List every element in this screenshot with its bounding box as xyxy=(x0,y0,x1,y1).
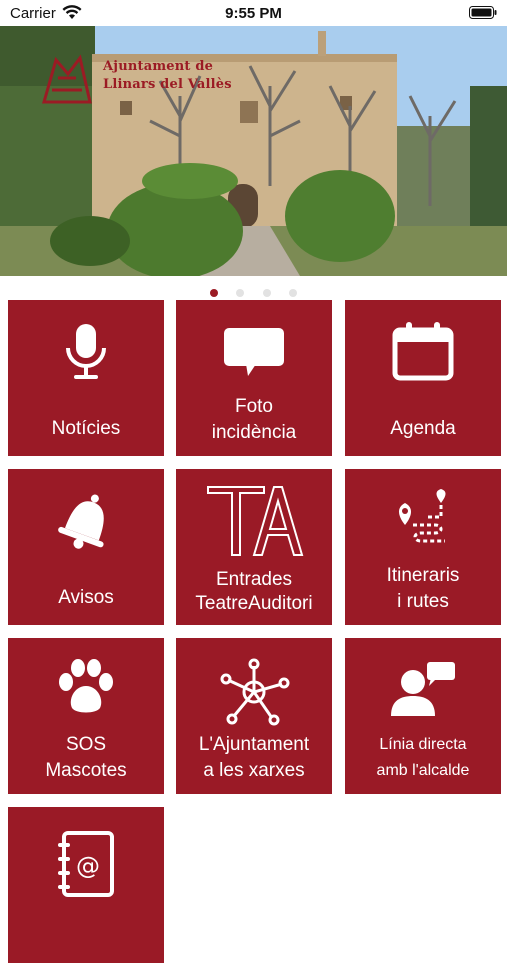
calendar-icon xyxy=(345,320,501,388)
town-logo-text: Ajuntament de Llinars del Vallès xyxy=(103,58,232,94)
tile-label: Avisos xyxy=(58,587,114,608)
tile-directori[interactable]: @ xyxy=(8,807,164,963)
paw-icon xyxy=(8,658,164,726)
tile-label-line2: TeatreAuditori xyxy=(195,593,313,614)
tile-label-line1: Línia directa xyxy=(379,736,467,753)
tile-label-line2: a les xarxes xyxy=(203,760,305,781)
address-book-icon: @ xyxy=(8,829,164,897)
speech-bubble-icon xyxy=(176,320,332,388)
page-dot-3[interactable] xyxy=(262,289,271,297)
tile-foto-incidencia[interactable]: Foto incidència xyxy=(176,300,332,456)
tile-label-line2: incidència xyxy=(211,422,297,443)
tile-itineraris-rutes[interactable]: Itineraris i rutes xyxy=(345,469,501,625)
svg-text:@: @ xyxy=(76,852,100,880)
tile-noticies[interactable]: Notícies xyxy=(8,300,164,456)
tile-label-line2: Mascotes xyxy=(45,760,127,781)
microphone-icon xyxy=(8,320,164,388)
tile-sos-mascotes[interactable]: SOS Mascotes xyxy=(8,638,164,794)
tile-label-line2: i rutes xyxy=(397,591,449,612)
tile-label-line2: amb l'alcalde xyxy=(376,762,470,779)
route-map-icon xyxy=(345,489,501,557)
tile-label: Agenda xyxy=(390,418,456,439)
chat-person-icon xyxy=(345,658,501,726)
tile-avisos[interactable]: Avisos xyxy=(8,469,164,625)
tile-agenda[interactable]: Agenda xyxy=(345,300,501,456)
tile-label-line1: Entrades xyxy=(215,569,293,590)
bell-icon xyxy=(8,489,164,557)
tile-label-line1: Foto xyxy=(234,396,274,417)
tile-label-line1: Itineraris xyxy=(386,565,460,586)
ta-logo-icon xyxy=(176,483,332,556)
clock: 9:55 PM xyxy=(225,5,282,22)
tile-label-line1: SOS xyxy=(65,734,107,755)
town-logo-icon xyxy=(42,54,92,104)
tile-entrades-teatreauditori[interactable]: Entrades TeatreAuditori xyxy=(176,469,332,625)
tile-label: Notícies xyxy=(51,418,121,439)
page-dot-1[interactable] xyxy=(209,289,218,297)
network-icon xyxy=(176,658,332,726)
logo-line-1: Ajuntament de xyxy=(103,59,214,74)
logo-line-2: Llinars del Vallès xyxy=(103,77,232,92)
banner-carousel[interactable]: Ajuntament de Llinars del Vallès xyxy=(0,26,507,276)
tile-linia-directa-alcalde[interactable]: Línia directa amb l'alcalde xyxy=(345,638,501,794)
tile-ajuntament-xarxes[interactable]: L'Ajuntament a les xarxes xyxy=(176,638,332,794)
status-bar: Carrier 9:55 PM xyxy=(0,0,507,26)
page-dot-4[interactable] xyxy=(289,289,298,297)
page-indicator[interactable] xyxy=(0,284,507,297)
tile-label-line1: L'Ajuntament xyxy=(198,734,310,755)
page-dot-2[interactable] xyxy=(236,289,245,297)
battery-icon xyxy=(469,6,497,19)
